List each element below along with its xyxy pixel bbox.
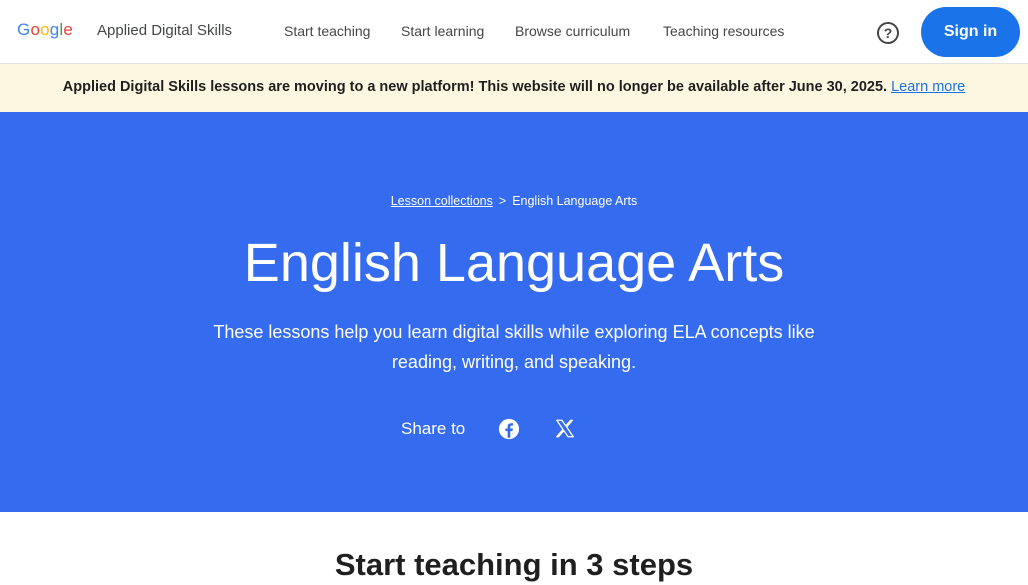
page-title: English Language Arts [243, 233, 785, 293]
nav-start-teaching[interactable]: Start teaching [284, 22, 370, 40]
breadcrumb-lesson-collections[interactable]: Lesson collections [391, 194, 493, 208]
banner-message: Applied Digital Skills lessons are movin… [62, 79, 888, 95]
learn-more-link[interactable]: Learn more [891, 79, 965, 95]
nav-browse-curriculum[interactable]: Browse curriculum [515, 22, 630, 40]
breadcrumb: Lesson collections > English Language Arts [0, 193, 1028, 209]
help-icon[interactable]: ? [877, 22, 899, 44]
logo-letter: o [30, 20, 41, 39]
breadcrumb-separator: > [498, 194, 507, 208]
sign-in-button[interactable]: Sign in [921, 7, 1020, 57]
logo-letter: e [63, 20, 74, 39]
logo-letter: o [40, 20, 50, 39]
page-description: These lessons help you learn digital ski… [213, 322, 815, 372]
section-heading: Start teaching in 3 steps [334, 547, 694, 582]
site-name-link[interactable]: Applied Digital Skills [97, 21, 232, 41]
notice-banner: Applied Digital Skills lessons are movin… [0, 64, 1028, 112]
nav-teaching-resources[interactable]: Teaching resources [663, 22, 784, 40]
nav-start-learning[interactable]: Start learning [401, 22, 484, 40]
hero-section: Lesson collections > English Language Arts… [0, 112, 1028, 512]
top-header: Google Applied Digital Skills Start teac… [0, 0, 1028, 64]
logo-letter: G [17, 20, 31, 39]
share-label: Share to [401, 419, 466, 438]
google-logo[interactable]: Google [17, 20, 73, 40]
breadcrumb-current: English Language Arts [512, 194, 638, 208]
logo-letter: g [49, 20, 60, 39]
x-icon[interactable] [554, 418, 576, 440]
facebook-icon[interactable] [498, 418, 520, 440]
